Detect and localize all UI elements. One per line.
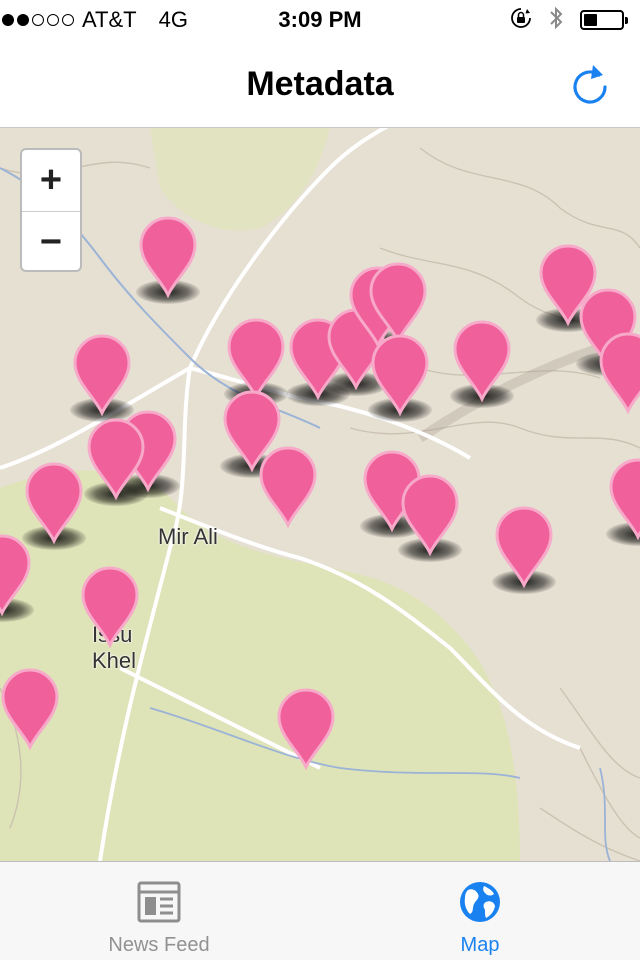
- map-pin[interactable]: [276, 688, 336, 771]
- tab-news-feed-label: News Feed: [108, 934, 210, 956]
- map-pin[interactable]: [86, 418, 146, 501]
- map-pin[interactable]: [400, 474, 460, 557]
- globe-icon: [460, 882, 500, 922]
- battery-icon: [580, 10, 628, 30]
- map-pin[interactable]: [494, 506, 554, 589]
- zoom-control: + −: [20, 148, 82, 272]
- map-label-mir-ali: Mir Ali: [158, 524, 218, 549]
- tab-bar: News Feed Map: [0, 861, 640, 960]
- map-pin[interactable]: [0, 534, 32, 617]
- map-pin[interactable]: [226, 318, 286, 401]
- map-pin[interactable]: [368, 262, 428, 345]
- map-pin[interactable]: [258, 446, 318, 529]
- tab-map-label: Map: [460, 934, 500, 956]
- refresh-icon: [573, 65, 607, 104]
- map-pin[interactable]: [598, 332, 640, 415]
- map-pin[interactable]: [72, 334, 132, 417]
- status-bar: AT&T 4G 3:09 PM: [0, 0, 640, 40]
- map-pin[interactable]: [24, 462, 84, 545]
- refresh-button[interactable]: [562, 56, 618, 112]
- tab-news-feed[interactable]: News Feed: [79, 862, 239, 960]
- map-pin[interactable]: [138, 216, 198, 299]
- map-view[interactable]: Mir Ali Issu Khel + −: [0, 128, 640, 861]
- map-pin[interactable]: [80, 566, 140, 649]
- zoom-in-button[interactable]: +: [22, 150, 80, 212]
- rotation-lock-icon: [510, 7, 532, 34]
- map-pin[interactable]: [452, 320, 512, 403]
- map-pin[interactable]: [0, 668, 60, 751]
- navigation-bar: Metadata: [0, 40, 640, 128]
- page-title: Metadata: [246, 65, 394, 103]
- map-pin[interactable]: [370, 334, 430, 417]
- map-pin[interactable]: [608, 458, 640, 541]
- bluetooth-icon: [548, 5, 564, 36]
- news-feed-icon: [137, 881, 181, 923]
- tab-map[interactable]: Map: [400, 862, 560, 960]
- zoom-out-button[interactable]: −: [22, 212, 80, 273]
